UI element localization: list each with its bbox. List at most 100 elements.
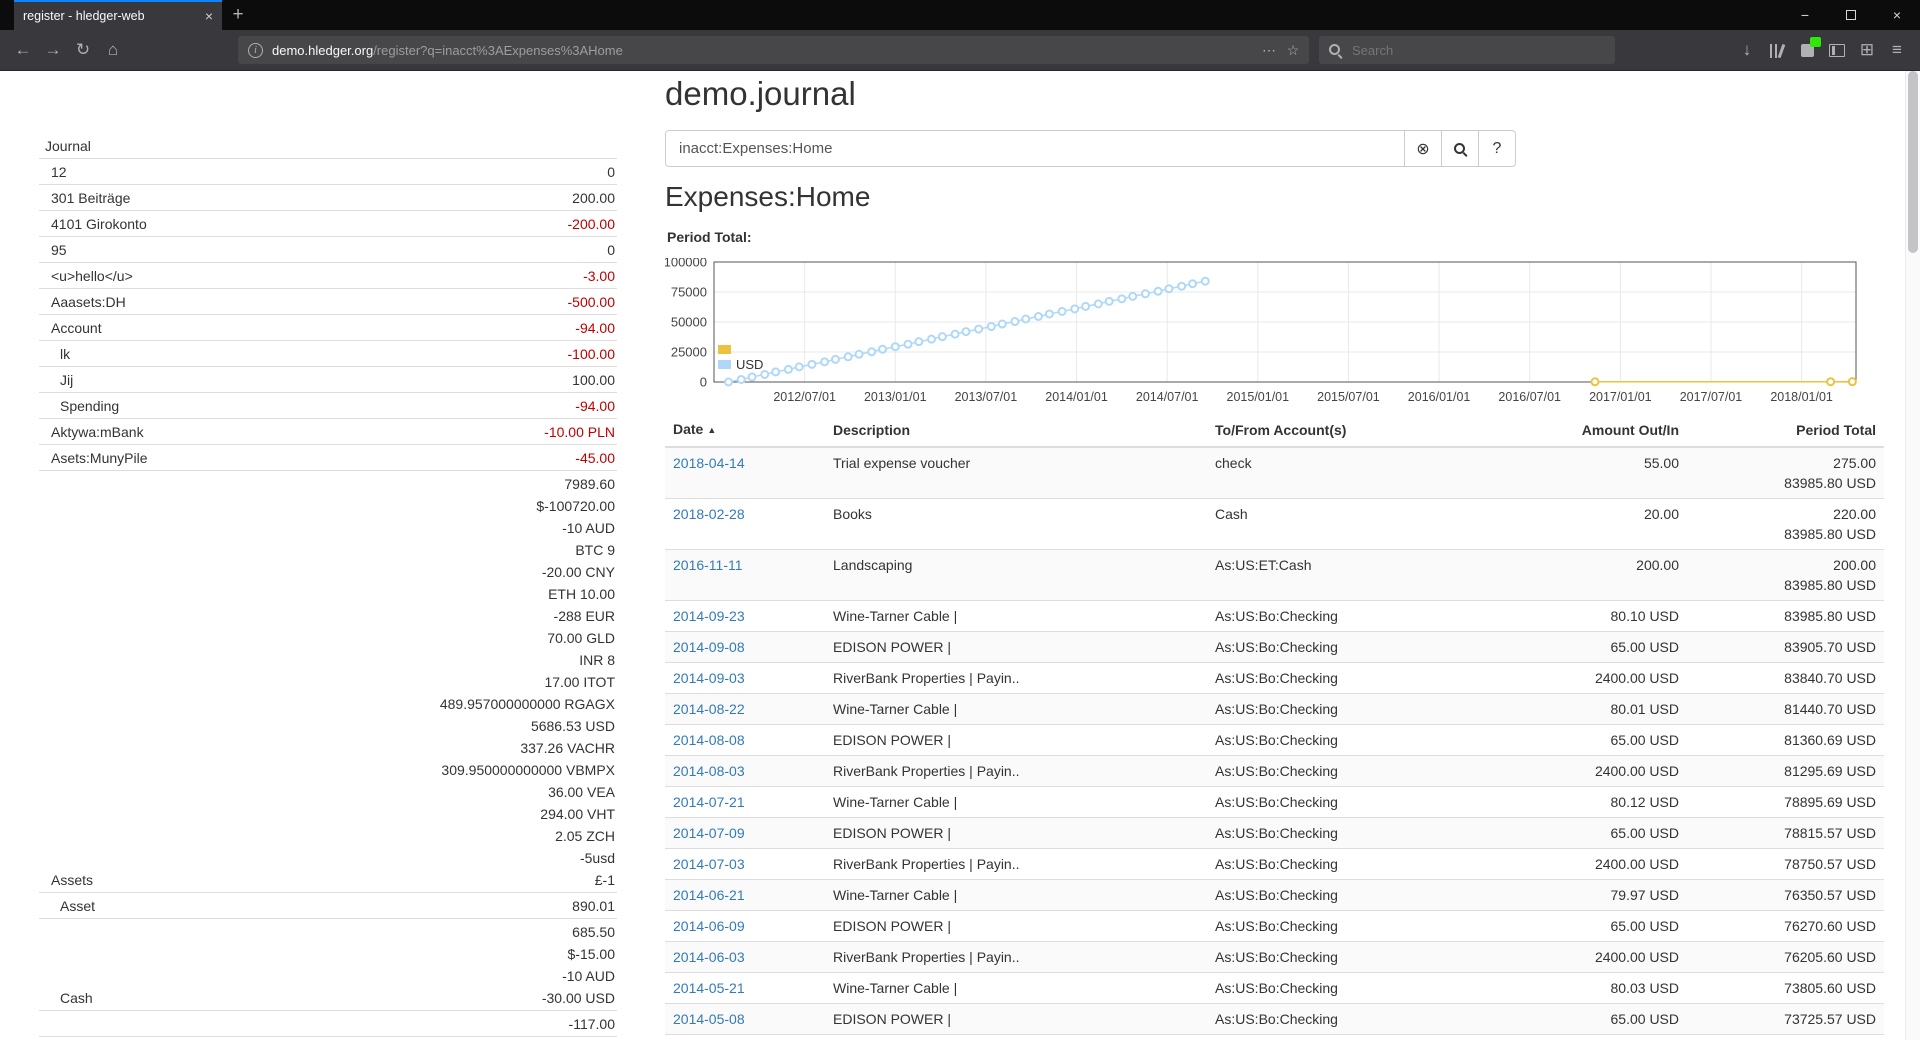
account-name-link[interactable]: Cash <box>41 987 93 1009</box>
svg-text:2016/01/01: 2016/01/01 <box>1408 390 1471 404</box>
sidebar-toggle-icon[interactable] <box>1822 35 1852 65</box>
browser-search-input[interactable] <box>1350 42 1606 59</box>
query-form: ⊗ ? <box>665 130 1516 167</box>
register-row: 2014-07-09EDISON POWER |As:US:Bo:Checkin… <box>665 818 1884 849</box>
account-name-link[interactable]: lk <box>41 343 70 365</box>
account-balance: -117.00 <box>569 1013 615 1035</box>
account-name-link[interactable]: Asets:MunyPile <box>41 447 147 469</box>
account-name-link[interactable]: <u>hello</u> <box>41 265 133 287</box>
site-info-icon[interactable]: i <box>248 43 263 58</box>
register-account: As:US:Bo:Checking <box>1207 818 1517 849</box>
tab-close-icon[interactable]: × <box>205 8 213 24</box>
account-balance: 0 <box>607 161 615 183</box>
register-account: As:US:Bo:Checking <box>1207 1004 1517 1035</box>
account-name-link[interactable]: Account <box>41 317 102 339</box>
register-date-link[interactable]: 2014-07-21 <box>673 794 745 810</box>
sidebar-account-row: Spending -94.00 <box>39 393 617 419</box>
downloads-button[interactable]: ↓ <box>1732 35 1762 65</box>
account-balance: -94.00 <box>575 395 615 417</box>
register-date-link[interactable]: 2014-09-03 <box>673 670 745 686</box>
clear-query-button[interactable]: ⊗ <box>1404 130 1442 167</box>
register-description: RiverBank Properties | Payin.. <box>825 756 1207 787</box>
help-button[interactable]: ? <box>1478 130 1516 167</box>
register-description: Wine-Tarner Cable | <box>825 601 1207 632</box>
apps-grid-icon[interactable]: ⊞ <box>1852 35 1882 65</box>
svg-text:2016/07/01: 2016/07/01 <box>1498 390 1561 404</box>
register-date-link[interactable]: 2014-09-08 <box>673 639 745 655</box>
register-date-link[interactable]: 2014-06-09 <box>673 918 745 934</box>
sidebar-journal-link[interactable]: Journal <box>39 133 617 159</box>
page-actions-icon[interactable]: ⋯ <box>1257 42 1281 59</box>
account-name-link[interactable]: Aaasets:DH <box>41 291 126 313</box>
library-icon[interactable] <box>1762 35 1792 65</box>
new-tab-button[interactable]: + <box>222 0 254 30</box>
register-date-link[interactable]: 2014-05-08 <box>673 1011 745 1027</box>
page-scrollbar[interactable] <box>1905 71 1920 1040</box>
account-name-link[interactable]: Spending <box>41 395 119 417</box>
register-amount: 200.00 <box>1517 550 1687 601</box>
register-date-link[interactable]: 2018-04-14 <box>673 455 745 471</box>
bookmark-star-icon[interactable]: ☆ <box>1281 42 1305 59</box>
register-description: RiverBank Properties | Payin.. <box>825 942 1207 973</box>
register-date-link[interactable]: 2014-06-21 <box>673 887 745 903</box>
svg-text:0: 0 <box>700 375 707 390</box>
register-date-link[interactable]: 2014-07-03 <box>673 856 745 872</box>
register-date-link[interactable]: 2018-02-28 <box>673 506 745 522</box>
account-name-link[interactable]: 4101 Girokonto <box>41 213 147 235</box>
register-date-link[interactable]: 2014-08-08 <box>673 732 745 748</box>
sidebar-account-row: Aaasets:DH-500.00 <box>39 289 617 315</box>
menu-icon[interactable]: ≡ <box>1882 35 1912 65</box>
account-name-link[interactable]: 95 <box>41 239 67 261</box>
window-close-button[interactable]: × <box>1874 0 1920 30</box>
window-minimize-button[interactable]: − <box>1782 0 1828 30</box>
account-name-link[interactable]: Asset <box>41 895 95 917</box>
account-name-link[interactable]: Aktywa:mBank <box>41 421 144 443</box>
forward-button[interactable]: → <box>38 35 68 65</box>
sidebar-account-row: 4101 Girokonto-200.00 <box>39 211 617 237</box>
reload-button[interactable]: ↻ <box>68 35 98 65</box>
home-button[interactable]: ⌂ <box>98 35 128 65</box>
period-total-label: Period Total: <box>667 229 752 245</box>
journal-link-label: Journal <box>41 135 91 157</box>
register-table: Date▲ Description To/From Account(s) Amo… <box>665 413 1884 1035</box>
sidebar-account-row: Assets7989.60$-100720.00-10 AUDBTC 9-20.… <box>39 471 617 893</box>
register-table-header-row: Date▲ Description To/From Account(s) Amo… <box>665 413 1884 447</box>
query-input[interactable] <box>665 130 1405 167</box>
register-date-link[interactable]: 2014-08-03 <box>673 763 745 779</box>
register-date-link[interactable]: 2014-09-23 <box>673 608 745 624</box>
register-account: As:US:Bo:Checking <box>1207 849 1517 880</box>
account-name-link[interactable]: Assets <box>41 869 93 891</box>
extension-icon[interactable] <box>1792 35 1822 65</box>
page-title: demo.journal <box>665 75 856 113</box>
url-bar[interactable]: i demo.hledger.org/register?q=inacct%3AE… <box>238 36 1309 64</box>
register-date-link[interactable]: 2014-07-09 <box>673 825 745 841</box>
browser-tab[interactable]: register - hledger-web × <box>14 0 222 30</box>
back-button[interactable]: ← <box>8 35 38 65</box>
svg-text:2014/07/01: 2014/07/01 <box>1136 390 1199 404</box>
register-date-link[interactable]: 2014-06-03 <box>673 949 745 965</box>
search-button[interactable] <box>1441 130 1479 167</box>
window-maximize-button[interactable] <box>1828 0 1874 30</box>
register-amount: 65.00 USD <box>1517 1004 1687 1035</box>
register-date-link[interactable]: 2014-08-22 <box>673 701 745 717</box>
register-period-total: 76205.60 USD <box>1687 942 1884 973</box>
register-date-link[interactable]: 2016-11-11 <box>673 557 743 573</box>
account-balance: 0 <box>607 239 615 261</box>
browser-search-bar[interactable] <box>1319 36 1615 64</box>
scrollbar-thumb[interactable] <box>1908 71 1918 253</box>
column-header-amount: Amount Out/In <box>1517 413 1687 447</box>
register-date-link[interactable]: 2014-05-21 <box>673 980 745 996</box>
svg-text:50000: 50000 <box>671 315 707 330</box>
register-row: 2016-11-11LandscapingAs:US:ET:Cash200.00… <box>665 550 1884 601</box>
register-row: 2014-06-21Wine-Tarner Cable |As:US:Bo:Ch… <box>665 880 1884 911</box>
account-name-link[interactable]: 12 <box>41 161 67 183</box>
account-name-link[interactable]: 301 Beiträge <box>41 187 130 209</box>
column-header-date[interactable]: Date▲ <box>665 413 825 447</box>
register-account: As:US:Bo:Checking <box>1207 756 1517 787</box>
register-description: Landscaping <box>825 550 1207 601</box>
register-account: As:US:Bo:Checking <box>1207 880 1517 911</box>
register-table-body: 2018-04-14Trial expense vouchercheck55.0… <box>665 447 1884 1035</box>
register-description: Trial expense voucher <box>825 447 1207 499</box>
account-name-link[interactable]: Jij <box>41 369 73 391</box>
register-description: EDISON POWER | <box>825 1004 1207 1035</box>
